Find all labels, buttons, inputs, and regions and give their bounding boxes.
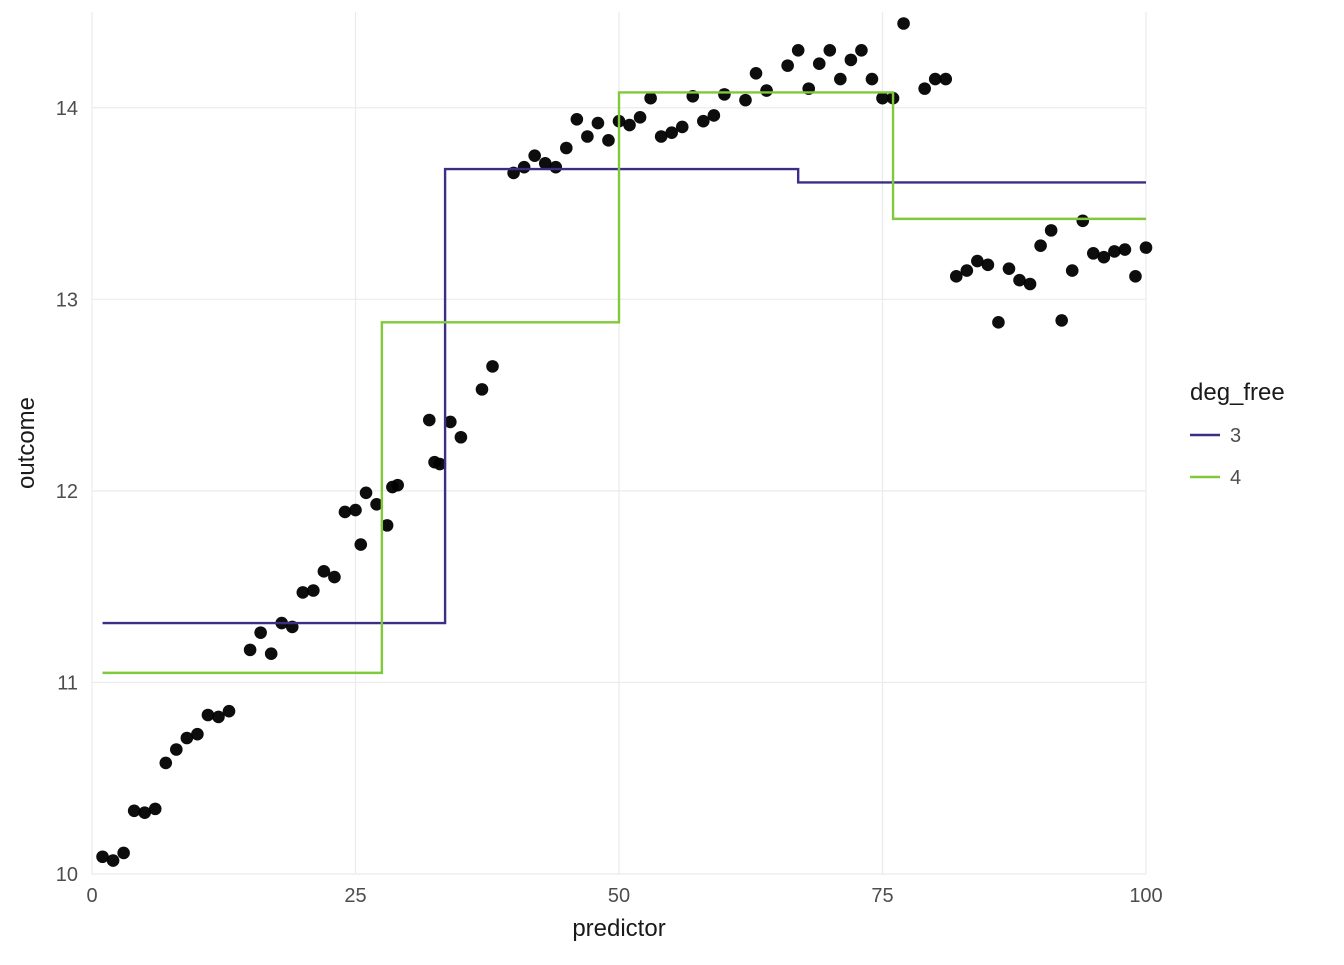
y-tick-label: 14 <box>56 98 78 120</box>
data-point <box>634 111 647 124</box>
data-point <box>1129 270 1142 283</box>
x-axis: 0 25 50 75 100 <box>86 885 1162 907</box>
data-point <box>781 59 794 72</box>
data-point <box>391 479 404 492</box>
data-point <box>339 506 352 519</box>
data-point <box>982 259 995 272</box>
data-point <box>107 854 120 867</box>
data-point <box>254 626 267 639</box>
data-point <box>1076 214 1089 227</box>
data-point <box>244 644 257 657</box>
data-point <box>117 847 130 860</box>
x-tick-label: 0 <box>86 885 97 907</box>
data-point <box>602 134 615 147</box>
data-point <box>939 73 952 86</box>
data-point <box>760 84 773 97</box>
x-tick-label: 50 <box>608 885 630 907</box>
chart-svg: 0 25 50 75 100 10 11 12 13 14 predictor outcome deg_… <box>0 0 1344 960</box>
data-point <box>581 130 594 143</box>
data-point <box>486 360 499 373</box>
data-point <box>1055 314 1068 327</box>
data-point <box>297 586 310 599</box>
data-point <box>792 44 805 57</box>
data-point <box>676 121 689 134</box>
data-point <box>1045 224 1058 237</box>
data-point <box>191 728 204 741</box>
data-point <box>739 94 752 107</box>
y-axis: 10 11 12 13 14 <box>56 98 78 886</box>
x-tick-label: 25 <box>344 885 366 907</box>
data-point <box>1108 245 1121 258</box>
data-point <box>1140 241 1153 254</box>
data-point <box>708 109 721 122</box>
legend-item-3: 3 <box>1190 420 1241 450</box>
data-point <box>170 743 183 756</box>
data-point <box>571 113 584 126</box>
data-point <box>455 431 468 444</box>
data-point <box>349 504 362 517</box>
data-point <box>1066 264 1079 277</box>
data-point <box>202 709 215 722</box>
legend-label: 3 <box>1230 425 1241 447</box>
y-axis-label: outcome <box>13 397 40 489</box>
x-tick-label: 75 <box>871 885 893 907</box>
data-point <box>623 119 636 132</box>
x-axis-label: predictor <box>572 915 665 942</box>
data-point <box>128 804 141 817</box>
data-point <box>918 82 931 95</box>
data-point <box>866 73 879 86</box>
y-tick-label: 13 <box>56 289 78 311</box>
data-point <box>360 487 373 500</box>
data-point <box>855 44 868 57</box>
data-point <box>992 316 1005 329</box>
data-point <box>560 142 573 155</box>
data-point <box>1034 239 1047 252</box>
data-point <box>1003 262 1016 275</box>
data-point <box>328 571 341 584</box>
y-tick-label: 11 <box>57 672 78 694</box>
data-point <box>354 538 367 551</box>
x-tick-label: 100 <box>1129 885 1162 907</box>
legend-label: 4 <box>1230 467 1241 489</box>
data-point <box>476 383 489 396</box>
data-point <box>813 57 826 70</box>
data-point <box>223 705 236 718</box>
data-point <box>307 584 320 597</box>
y-tick-label: 12 <box>56 481 78 503</box>
data-point <box>549 161 562 174</box>
data-point <box>1024 278 1037 291</box>
data-point <box>961 264 974 277</box>
y-tick-label: 10 <box>56 864 78 886</box>
data-point <box>1119 243 1132 256</box>
data-point <box>159 757 172 770</box>
data-point <box>644 92 657 105</box>
data-point <box>423 414 436 427</box>
data-point <box>824 44 837 57</box>
legend: deg_free 3 4 <box>1190 379 1285 492</box>
data-point <box>718 88 731 101</box>
data-point <box>149 803 162 816</box>
data-point <box>592 117 605 130</box>
legend-item-4: 4 <box>1190 462 1241 492</box>
data-point <box>845 54 858 67</box>
chart-container: 0 25 50 75 100 10 11 12 13 14 predictor outcome deg_… <box>0 0 1344 960</box>
data-point <box>834 73 847 86</box>
legend-title: deg_free <box>1190 379 1285 406</box>
data-point <box>528 149 541 162</box>
data-point <box>518 161 531 174</box>
data-point <box>897 17 910 30</box>
data-point <box>750 67 763 80</box>
data-point <box>265 647 278 660</box>
